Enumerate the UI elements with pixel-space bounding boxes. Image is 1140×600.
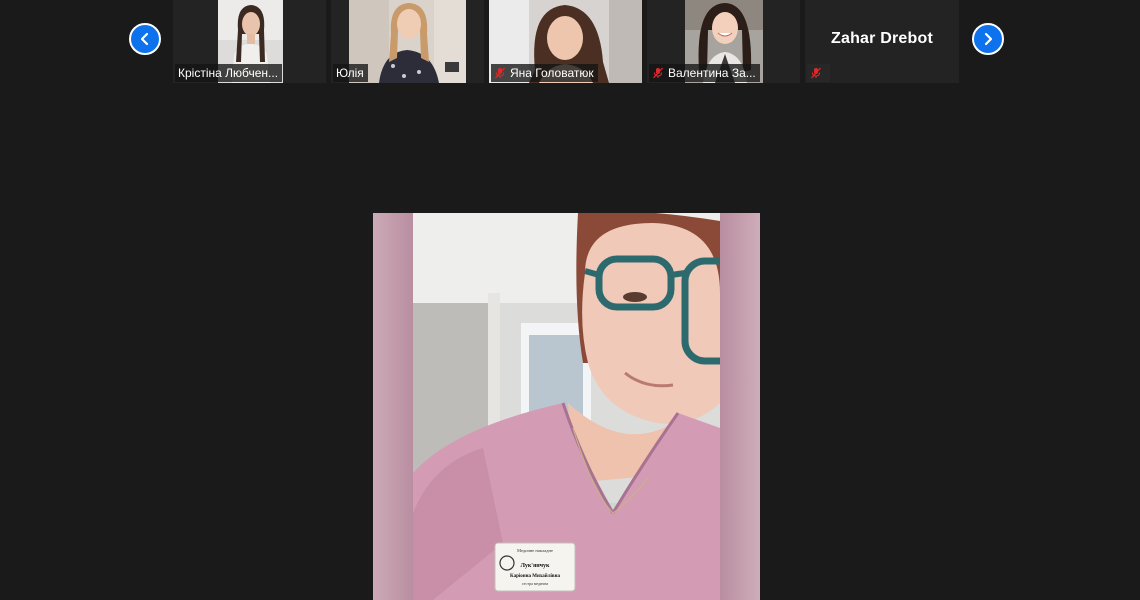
badge-header: Медичне накладне: [517, 548, 553, 553]
participant-tile[interactable]: Крістіна Любчен...: [173, 0, 326, 83]
participant-tile[interactable]: Zahar Drebot: [805, 0, 959, 83]
participant-display-name: Zahar Drebot: [831, 30, 933, 47]
participant-name: Юлія: [336, 66, 364, 80]
badge-position: сестра медична: [522, 581, 549, 586]
participant-name-bar: [807, 64, 830, 82]
participant-tile[interactable]: Яна Головатюк: [489, 0, 642, 83]
participant-tile[interactable]: Валентина За...: [647, 0, 800, 83]
name-badge: Медичне накладне Лук'янчук Каріонна Миха…: [494, 542, 576, 592]
next-page-button[interactable]: [972, 23, 1004, 55]
chevron-right-icon: [984, 32, 993, 46]
chevron-left-icon: [140, 32, 149, 46]
microphone-muted-icon: [811, 67, 821, 79]
badge-surname: Лук'янчук: [521, 563, 551, 569]
microphone-muted-icon: [495, 67, 505, 79]
participant-name: Крістіна Любчен...: [178, 66, 279, 80]
participant-name: Яна Головатюк: [510, 66, 594, 80]
participant-name-bar: Яна Головатюк: [491, 64, 598, 82]
participant-tile[interactable]: Юлія: [331, 0, 484, 83]
microphone-muted-icon: [653, 67, 663, 79]
previous-page-button[interactable]: [129, 23, 161, 55]
active-speaker-video[interactable]: Медичне накладне Лук'янчук Каріонна Миха…: [373, 213, 760, 600]
participant-name-bar: Крістіна Любчен...: [175, 64, 283, 82]
badge-name: Каріонна Михайлівна: [510, 574, 560, 579]
participant-name-bar: Валентина За...: [649, 64, 760, 82]
participant-name: Валентина За...: [668, 66, 756, 80]
participant-name-bar: Юлія: [333, 64, 368, 82]
